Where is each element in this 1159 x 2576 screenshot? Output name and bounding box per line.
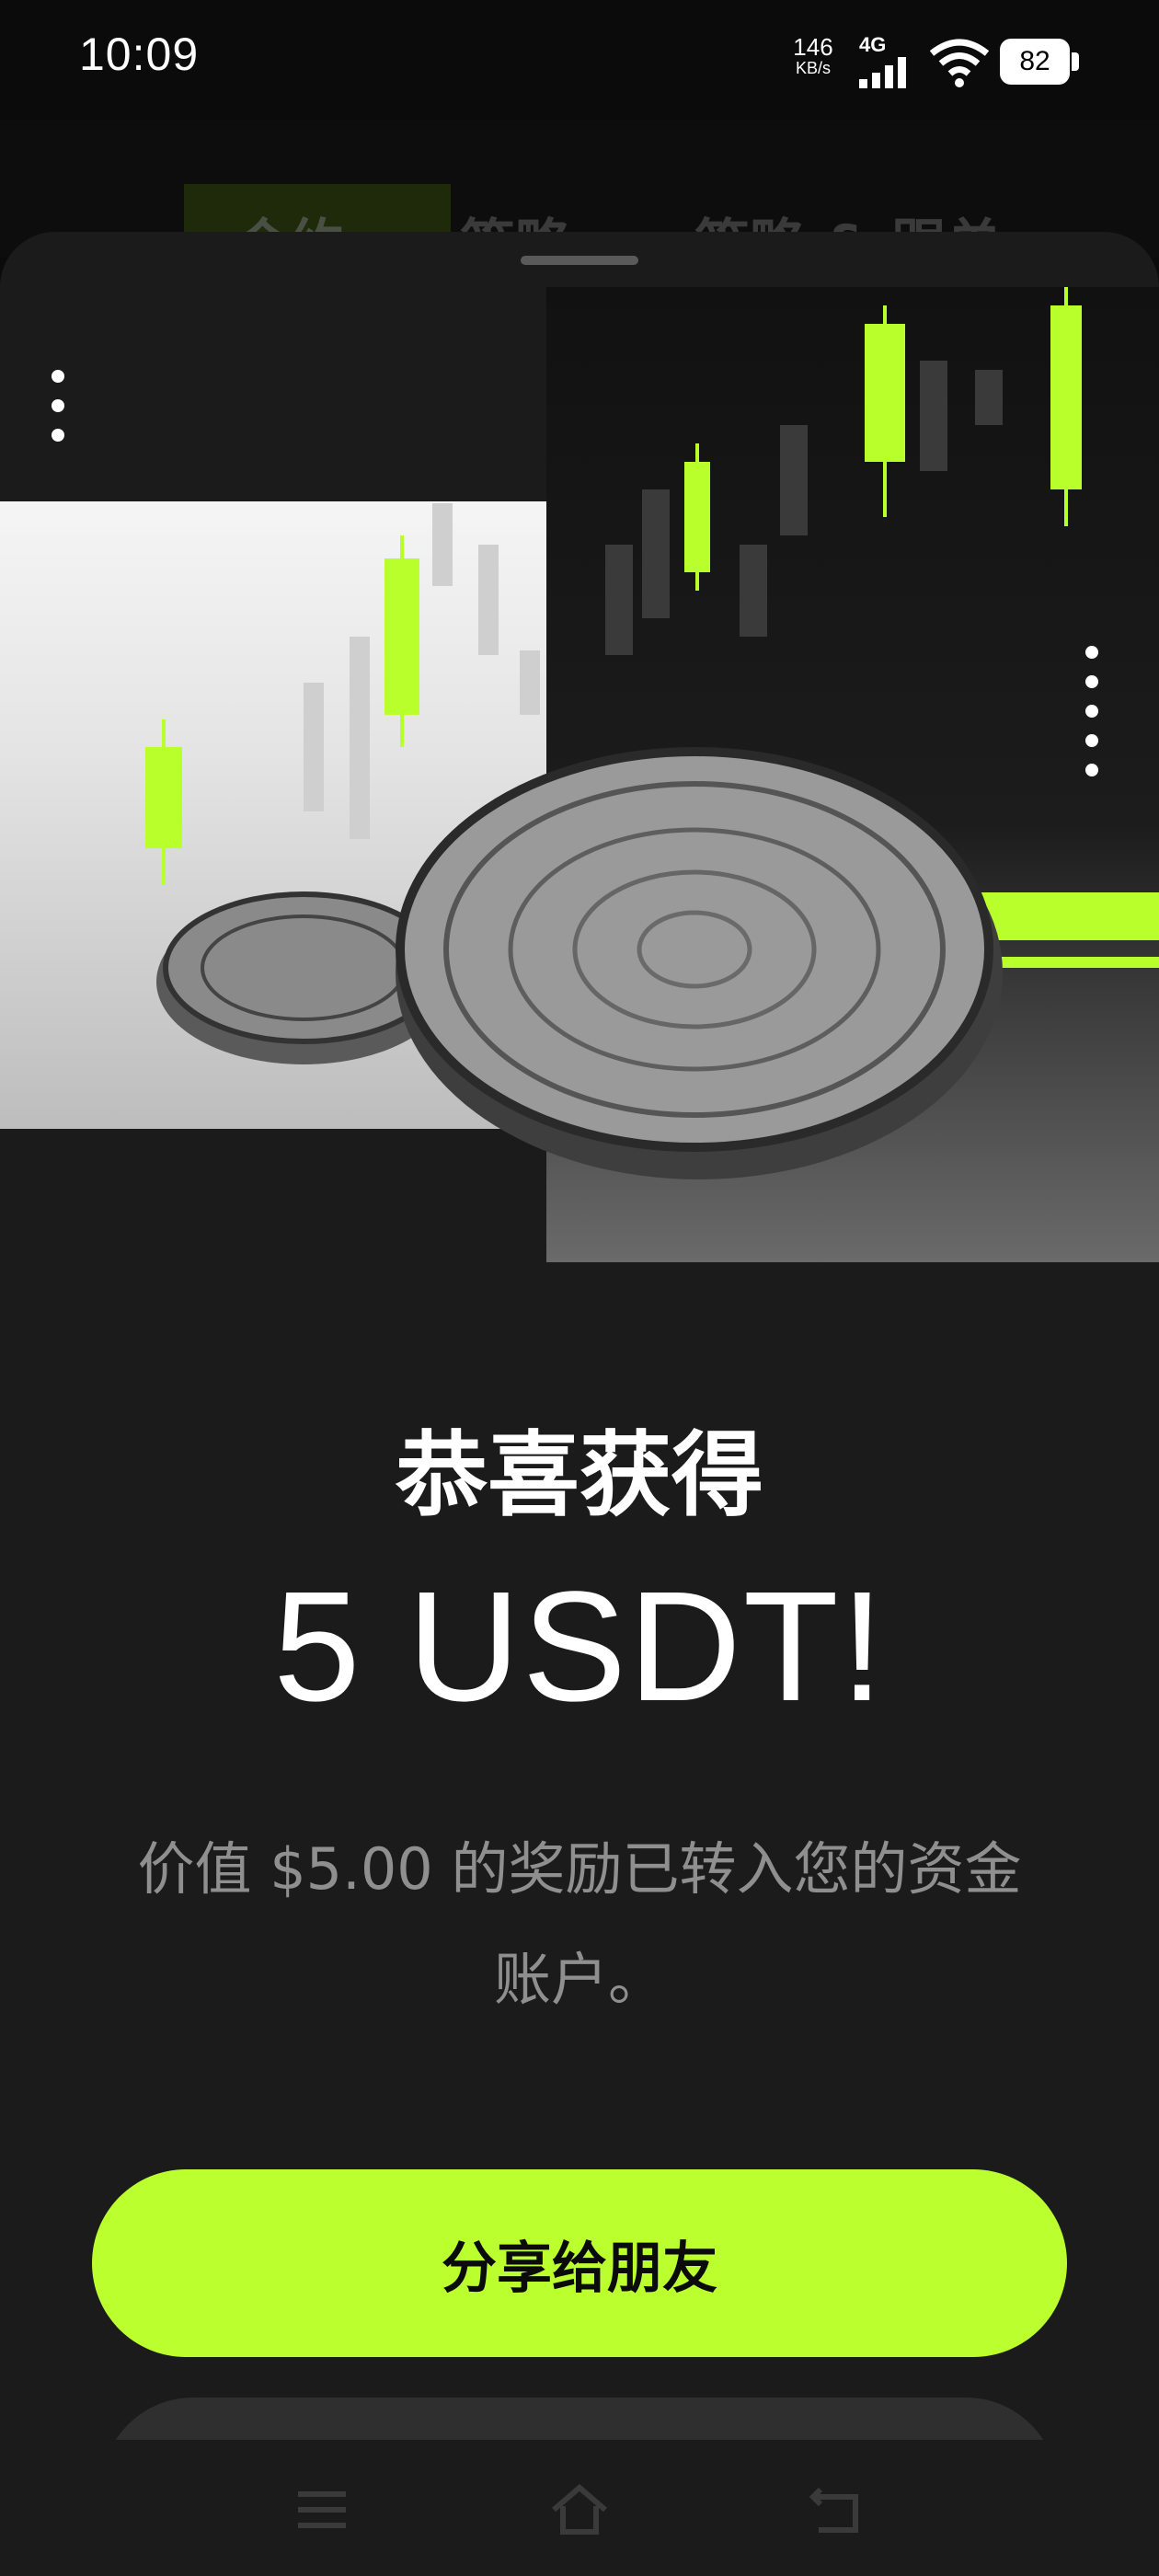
- share-to-friends-button[interactable]: 分享给朋友: [92, 2169, 1067, 2357]
- network-type: 4G: [859, 33, 887, 56]
- menu-icon[interactable]: [293, 2482, 351, 2537]
- sheet-drag-handle[interactable]: [521, 256, 638, 265]
- reward-sheet: 恭喜获得 5 USDT! 价值 $5.00 的奖励已转入您的资金账户。 分享给朋…: [0, 232, 1159, 2440]
- reward-description: 价值 $5.00 的奖励已转入您的资金账户。: [137, 1835, 1022, 2013]
- system-nav-bar: [0, 2440, 1159, 2576]
- decorative-dots-right: [1085, 646, 1098, 793]
- decorative-dots-left: [52, 370, 64, 458]
- wifi-icon: [929, 39, 990, 87]
- secondary-button[interactable]: [101, 2398, 1058, 2440]
- network-speed: 146 KB/s: [782, 33, 844, 78]
- battery-icon: 82: [1000, 39, 1081, 85]
- signal-icon: [859, 57, 906, 88]
- back-icon[interactable]: [808, 2482, 866, 2537]
- status-bar: 10:09 146 KB/s 4G 82: [0, 0, 1159, 120]
- home-icon[interactable]: [550, 2482, 609, 2537]
- network-speed-value: 146: [793, 33, 833, 61]
- battery-tip: [1072, 52, 1079, 71]
- battery-level: 82: [1000, 39, 1070, 85]
- reward-title: 恭喜获得: [396, 1421, 763, 1529]
- network-speed-unit: KB/s: [795, 59, 831, 78]
- hero-illustration: [0, 287, 1159, 1262]
- status-time: 10:09: [79, 29, 200, 80]
- candlestick-graphic: [145, 287, 1082, 1179]
- reward-amount: 5 USDT!: [273, 1559, 886, 1734]
